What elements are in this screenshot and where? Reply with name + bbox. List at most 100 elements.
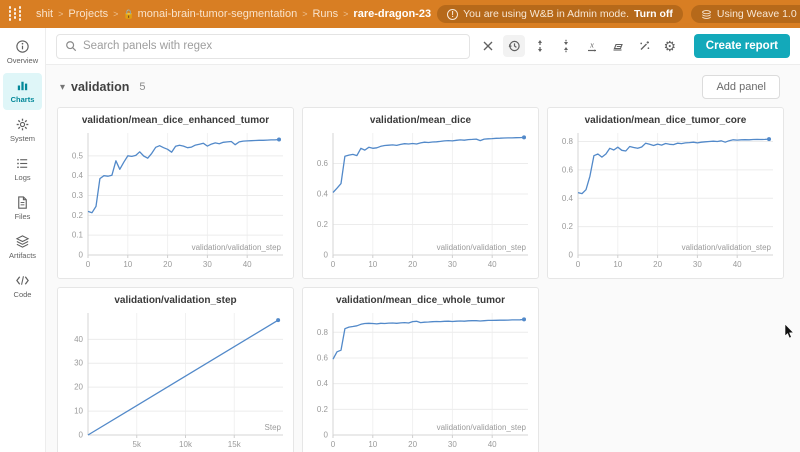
charts-content: ▾ validation 5 Add panel validation/mean… (46, 65, 800, 452)
sidebar-item-charts[interactable]: Charts (3, 73, 42, 110)
chart-panel-validation-mean-dice-enhanced-tumor[interactable]: validation/mean_dice_enhanced_tumor00.10… (57, 107, 294, 279)
breadcrumb-user[interactable]: shit (36, 8, 53, 20)
add-panel-button[interactable]: Add panel (702, 75, 780, 99)
svg-text:0: 0 (569, 251, 574, 260)
chart-plot[interactable]: 00.20.40.60.8010203040validation/validat… (548, 127, 783, 275)
svg-text:15k: 15k (228, 440, 242, 449)
svg-text:40: 40 (733, 260, 742, 269)
svg-text:30: 30 (203, 260, 212, 269)
svg-text:0: 0 (576, 260, 581, 269)
panel-layout-icon[interactable] (607, 35, 629, 57)
weave-banner: Using Weave 1.0 Turn off (691, 5, 800, 23)
svg-text:10: 10 (368, 260, 377, 269)
sidebar-item-code[interactable]: Code (0, 268, 45, 305)
layers-icon (15, 234, 30, 249)
navbar-right: ! You are using W&B in Admin mode. Turn … (437, 5, 800, 23)
svg-text:0.2: 0.2 (562, 222, 574, 231)
sidebar-item-files[interactable]: Files (0, 190, 45, 227)
svg-text:40: 40 (74, 335, 83, 344)
sidebar-item-artifacts[interactable]: Artifacts (0, 229, 45, 266)
settings-gear-icon[interactable]: ⚙ (659, 35, 681, 57)
svg-text:0: 0 (331, 440, 336, 449)
chart-panel-validation-mean-dice-whole-tumor[interactable]: validation/mean_dice_whole_tumor00.20.40… (302, 287, 539, 452)
svg-text:0.4: 0.4 (317, 190, 329, 199)
svg-text:0.2: 0.2 (72, 211, 84, 220)
svg-text:0.2: 0.2 (317, 220, 329, 229)
svg-text:0.4: 0.4 (562, 194, 574, 203)
svg-text:0: 0 (324, 251, 329, 260)
svg-text:0.8: 0.8 (562, 137, 574, 146)
create-report-button[interactable]: Create report (694, 34, 790, 58)
svg-text:0: 0 (79, 251, 84, 260)
chart-plot[interactable]: 00.10.20.30.40.5010203040validation/vali… (58, 127, 293, 275)
svg-text:0.4: 0.4 (317, 379, 329, 388)
chevron-down-icon[interactable]: ▾ (60, 82, 65, 93)
chart-title: validation/mean_dice (303, 115, 538, 126)
admin-mode-banner: ! You are using W&B in Admin mode. Turn … (437, 5, 683, 23)
svg-text:10: 10 (74, 407, 83, 416)
breadcrumb-projects[interactable]: Projects (68, 8, 108, 20)
sidebar-item-overview[interactable]: Overview (0, 34, 45, 71)
gear-icon (15, 117, 30, 132)
x-axis-label: validation/validation_step (437, 243, 527, 252)
svg-text:0: 0 (324, 431, 329, 440)
svg-text:5k: 5k (133, 440, 142, 449)
section-title: validation (71, 80, 129, 94)
svg-text:30: 30 (74, 359, 83, 368)
svg-text:0.6: 0.6 (562, 165, 574, 174)
admin-banner-text: You are using W&B in Admin mode. (463, 8, 629, 20)
sidebar-item-label: Charts (11, 95, 35, 104)
chart-plot[interactable]: 00.20.40.60.8010203040validation/validat… (303, 307, 538, 452)
breadcrumb-project[interactable]: monai-brain-tumor-segmentation (138, 8, 298, 20)
chart-panel-validation-validation-step[interactable]: validation/validation_step0102030405k10k… (57, 287, 294, 452)
breadcrumb-runs[interactable]: Runs (312, 8, 338, 20)
history-icon[interactable] (503, 35, 525, 57)
svg-text:40: 40 (243, 260, 252, 269)
list-icon (15, 156, 30, 171)
chart-panel-validation-mean-dice-tumor-core[interactable]: validation/mean_dice_tumor_core00.20.40.… (547, 107, 784, 279)
chart-title: validation/mean_dice_whole_tumor (303, 295, 538, 306)
svg-text:0: 0 (86, 260, 91, 269)
file-icon (15, 195, 30, 210)
panel-grid: validation/mean_dice_enhanced_tumor00.10… (57, 107, 800, 452)
wandb-run-page: shit > Projects > 🔒 monai-brain-tumor-se… (0, 0, 800, 452)
x-axis-settings-icon[interactable]: x (581, 35, 603, 57)
chart-title: validation/validation_step (58, 295, 293, 306)
x-axis-label: validation/validation_step (192, 243, 282, 252)
chart-plot[interactable]: 0102030405k10k15kStep (58, 307, 293, 452)
search-icon (65, 40, 77, 52)
panels-toolbar: x ⚙ Create report (46, 28, 800, 65)
svg-text:10: 10 (368, 440, 377, 449)
panel-search[interactable] (56, 34, 470, 59)
svg-text:30: 30 (693, 260, 702, 269)
sidebar-item-label: Code (14, 290, 32, 299)
svg-text:0: 0 (79, 431, 84, 440)
wandb-logo-icon[interactable] (8, 6, 26, 22)
panel-search-input[interactable] (83, 40, 461, 52)
chart-title: validation/mean_dice_enhanced_tumor (58, 115, 293, 126)
expand-panels-icon[interactable] (529, 35, 551, 57)
svg-text:x: x (589, 40, 594, 50)
chart-plot[interactable]: 00.20.40.6010203040validation/validation… (303, 127, 538, 275)
breadcrumb-separator: > (302, 9, 307, 19)
weave-layers-icon (701, 9, 712, 20)
code-icon (15, 273, 30, 288)
svg-text:10: 10 (613, 260, 622, 269)
svg-text:20: 20 (408, 440, 417, 449)
collapse-panels-icon[interactable] (555, 35, 577, 57)
svg-text:20: 20 (74, 383, 83, 392)
sidebar-item-system[interactable]: System (0, 112, 45, 149)
breadcrumb-run-name[interactable]: rare-dragon-23 (353, 8, 431, 20)
sidebar-item-logs[interactable]: Logs (0, 151, 45, 188)
clear-search-icon[interactable] (477, 35, 499, 57)
section-panel-count: 5 (139, 81, 145, 93)
breadcrumb: shit > Projects > 🔒 monai-brain-tumor-se… (36, 8, 431, 20)
chart-panel-validation-mean-dice[interactable]: validation/mean_dice00.20.40.6010203040v… (302, 107, 539, 279)
breadcrumb-separator: > (58, 9, 63, 19)
svg-text:20: 20 (408, 260, 417, 269)
svg-text:0.6: 0.6 (317, 353, 329, 362)
weave-banner-text: Using Weave 1.0 (717, 8, 797, 20)
lock-icon: 🔒 (123, 9, 134, 20)
magic-sparkle-icon[interactable] (633, 35, 655, 57)
admin-turn-off-button[interactable]: Turn off (634, 8, 673, 20)
